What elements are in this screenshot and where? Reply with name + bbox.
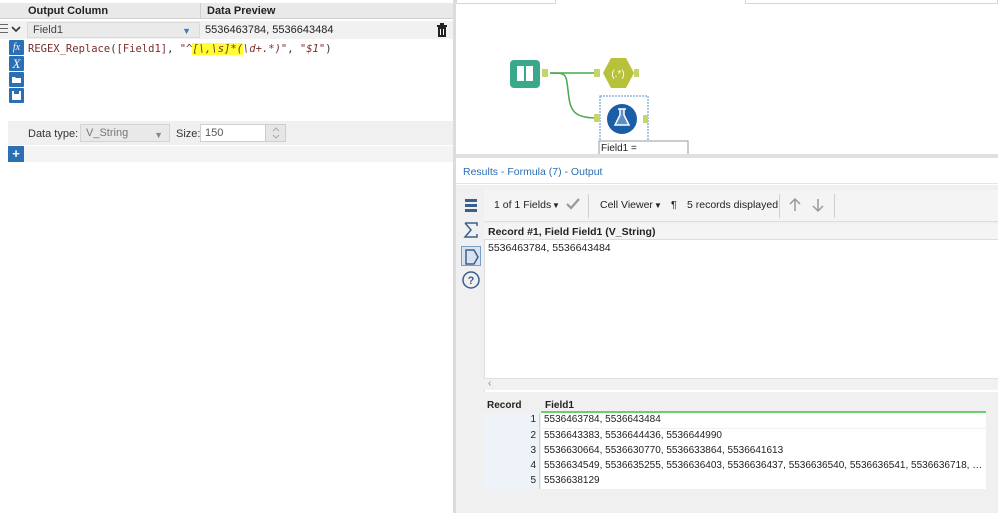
data-type-select[interactable]: V_String ▼ — [80, 124, 170, 142]
toolbar-divider — [834, 194, 835, 218]
horizontal-scrollbar[interactable]: ‹ — [484, 378, 998, 390]
grid-cell[interactable]: 5536634549, 5536635255, 5536636403, 5536… — [541, 459, 986, 474]
formula-tool[interactable] — [594, 95, 649, 143]
summary-icon[interactable] — [461, 220, 481, 240]
grid-cell[interactable]: 5536638129 — [541, 474, 986, 489]
records-displayed: 5 records displayed — [687, 199, 779, 211]
output-column-value: Field1 — [33, 24, 63, 36]
collapse-chevron-icon[interactable] — [9, 22, 23, 37]
cell-viewer-pane[interactable] — [484, 240, 998, 392]
expr-comma-1: , — [167, 43, 180, 55]
expr-paren-close: ) — [325, 43, 332, 55]
connector-input-formula — [549, 72, 599, 119]
canvas-tab-secondary[interactable] — [745, 0, 998, 4]
workflow-graph: (.*) — [510, 58, 689, 155]
formula-config-panel — [0, 0, 455, 513]
fields-dropdown-icon[interactable]: ▼ — [552, 201, 560, 210]
cell-viewer-button[interactable]: Cell Viewer — [600, 199, 653, 211]
expr-field: [Field1] — [116, 43, 168, 55]
expr-pattern-rest: \d+.*)" — [242, 43, 288, 55]
data-preview-value: 5536463784, 5536643484 — [205, 24, 334, 36]
add-row-bar — [8, 146, 455, 162]
grid-cell[interactable]: 5536630664, 5536630770, 5536633864, 5536… — [541, 444, 986, 459]
grid-row-number[interactable]: 3 — [483, 444, 540, 459]
toolbar-divider — [588, 194, 589, 218]
pilcrow-icon[interactable]: ¶ — [671, 199, 677, 211]
grid-row-number[interactable]: 1 — [483, 413, 540, 428]
grid-cell[interactable]: 5536643383, 5536644436, 5536644990 — [541, 429, 986, 444]
functions-icon[interactable]: fx — [9, 40, 24, 55]
toolbar-divider — [779, 194, 780, 218]
canvas-tab[interactable] — [456, 0, 556, 4]
expr-pattern-highlight: [\,\s]*( — [192, 43, 243, 55]
grid-row-number[interactable]: 5 — [483, 474, 540, 489]
formula-expression-editor[interactable]: REGEX_Replace([Field1], "^[\,\s]*(\d+.*)… — [28, 43, 332, 55]
size-spinner[interactable] — [265, 125, 285, 141]
add-field-button[interactable]: + — [8, 146, 24, 162]
fields-selector[interactable]: 1 of 1 Fields — [494, 199, 551, 211]
grid-row-number[interactable]: 4 — [483, 459, 540, 474]
scroll-left-icon[interactable]: ‹ — [488, 378, 491, 389]
expr-comma-2: , — [287, 43, 300, 55]
column-header-bar: Output Column Data Preview — [0, 3, 455, 19]
results-title: Results - Formula (7) - Output — [463, 166, 603, 178]
arrow-down-icon[interactable] — [811, 197, 825, 216]
header-divider — [200, 3, 201, 19]
data-type-value: V_String — [86, 127, 129, 139]
expr-pattern-start: "^ — [179, 43, 193, 55]
input-data-tool[interactable] — [510, 60, 548, 88]
dropdown-arrow-icon: ▼ — [154, 130, 163, 140]
svg-text:(.*): (.*) — [611, 69, 624, 80]
open-folder-icon[interactable] — [9, 72, 24, 87]
grid-col-field1[interactable]: Field1 — [545, 400, 574, 411]
cell-value: 5536463784, 5536643484 — [488, 242, 611, 254]
results-sidebar: ? — [458, 190, 482, 300]
grid-col-record[interactable]: Record — [487, 400, 521, 411]
data-type-label: Data type: — [28, 128, 79, 140]
dropdown-arrow-icon: ▼ — [182, 26, 191, 36]
workflow-canvas[interactable]: (.*) Field1 = — [456, 0, 998, 155]
drag-handle-icon[interactable] — [0, 24, 8, 36]
delete-icon[interactable] — [436, 23, 448, 37]
output-column-select[interactable]: Field1 ▼ — [27, 22, 200, 38]
apply-check-icon[interactable] — [565, 197, 581, 214]
expr-function: REGEX_Replace — [28, 43, 111, 55]
formula-annotation: Field1 = — [601, 143, 637, 154]
svg-text:?: ? — [468, 275, 475, 287]
size-label: Size: — [176, 128, 201, 140]
expr-replacement: "$1" — [299, 43, 326, 55]
expression-toolstrip: fx X — [8, 40, 25, 116]
help-icon[interactable]: ? — [461, 270, 481, 290]
grid-cell[interactable]: 5536463784, 5536643484 — [541, 413, 986, 428]
save-icon[interactable] — [9, 88, 24, 103]
cell-viewer-icon[interactable] — [461, 246, 481, 266]
data-preview-header: Data Preview — [207, 5, 276, 17]
grid-row-number[interactable]: 2 — [483, 429, 540, 444]
arrow-up-icon[interactable] — [788, 197, 802, 216]
regex-tool[interactable]: (.*) — [594, 58, 639, 88]
record-header: Record #1, Field Field1 (V_String) — [488, 226, 656, 238]
table-view-icon[interactable] — [461, 196, 481, 216]
cell-viewer-dropdown-icon[interactable]: ▼ — [654, 201, 662, 210]
variables-icon[interactable]: X — [9, 56, 24, 71]
output-column-header: Output Column — [28, 5, 109, 17]
